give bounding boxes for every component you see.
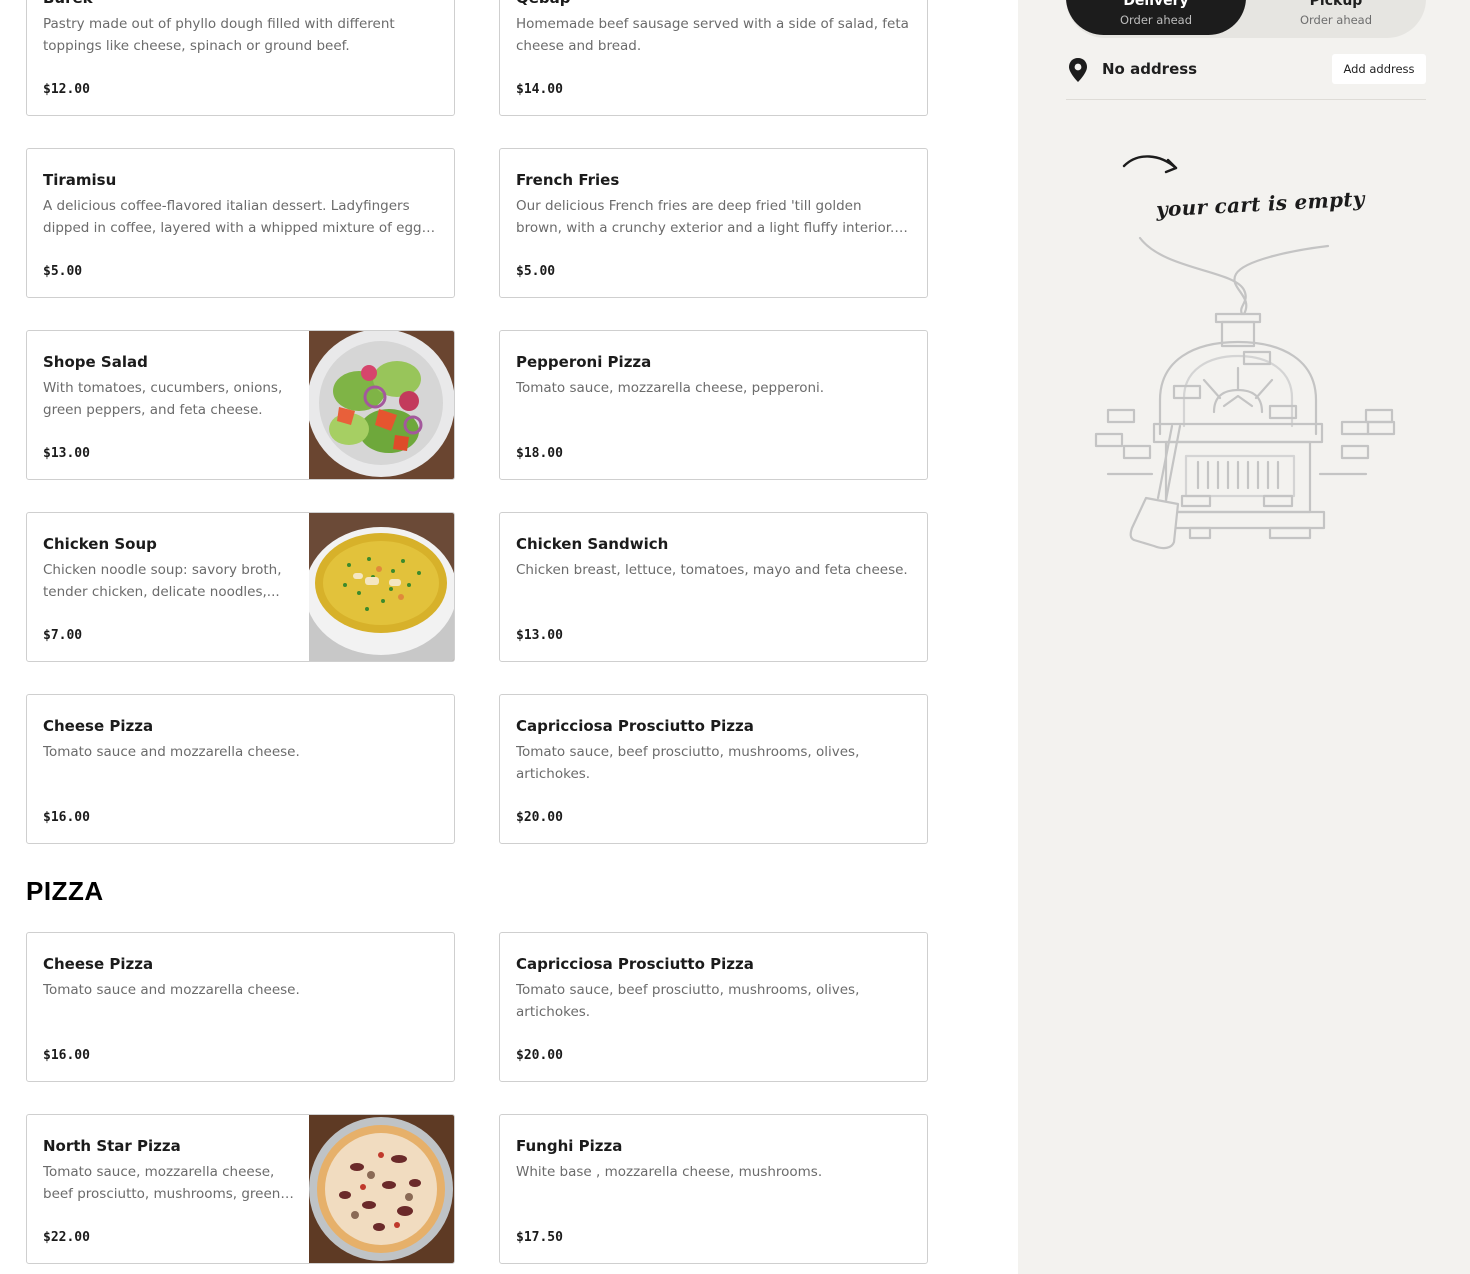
menu-item-card[interactable]: Qebap Homemade beef sausage served with …: [499, 0, 928, 116]
item-description: White base , mozzarella cheese, mushroom…: [516, 1164, 823, 1180]
item-title: Chicken Soup: [43, 535, 157, 553]
item-title: North Star Pizza: [43, 1137, 181, 1155]
delivery-option[interactable]: Delivery Order ahead: [1066, 0, 1246, 35]
menu-item-card[interactable]: Cheese Pizza Tomato sauce and mozzarella…: [26, 932, 455, 1082]
item-title: Cheese Pizza: [43, 717, 154, 735]
item-description: Homemade beef sausage served with a side…: [516, 16, 909, 54]
mode-title: Pickup: [1309, 0, 1363, 9]
item-description: Pastry made out of phyllo dough filled w…: [43, 16, 395, 54]
address-text: No address: [1102, 60, 1198, 78]
pizza-grid: Cheese Pizza Tomato sauce and mozzarella…: [26, 932, 928, 1264]
item-description: Tomato sauce, beef prosciutto, mushrooms…: [516, 744, 860, 782]
item-title: Qebap: [516, 0, 911, 8]
item-price: $20.00: [516, 810, 563, 825]
item-price: $7.00: [43, 628, 83, 643]
item-title: Pepperoni Pizza: [516, 353, 652, 371]
soup-photo: [309, 513, 454, 661]
menu-item-card[interactable]: French Fries Our delicious French fries …: [499, 148, 928, 298]
item-price: $20.00: [516, 1048, 563, 1063]
item-price: $12.00: [43, 82, 90, 97]
item-title: Cheese Pizza: [43, 955, 154, 973]
menu-item-card[interactable]: Chicken Sandwich Chicken breast, lettuce…: [499, 512, 928, 662]
pizza-photo: [309, 1115, 454, 1263]
location-pin-icon: [1069, 58, 1087, 82]
address-row: No address Add address: [1066, 52, 1426, 100]
curved-arrow-icon: [1122, 155, 1178, 174]
mode-title: Delivery: [1123, 0, 1189, 9]
item-description: Chicken noodle soup: savory broth, tende…: [43, 562, 282, 600]
item-description: Tomato sauce and mozzarella cheese.: [43, 744, 300, 760]
item-description: Our delicious French fries are deep frie…: [516, 198, 895, 236]
section-title-pizza: PIZZA: [26, 876, 104, 906]
item-price: $5.00: [43, 264, 83, 279]
menu-grid: Burek Pastry made out of phyllo dough fi…: [26, 0, 928, 844]
item-title: Chicken Sandwich: [516, 535, 669, 553]
menu-item-card[interactable]: Cheese Pizza Tomato sauce and mozzarella…: [26, 694, 455, 844]
pizza-oven-illustration: [1094, 236, 1396, 550]
item-price: $13.00: [43, 446, 90, 461]
empty-cart: your cart is empty: [1094, 140, 1414, 560]
item-title: Capricciosa Prosciutto Pizza: [516, 717, 754, 735]
item-price: $14.00: [516, 82, 563, 97]
menu-item-card[interactable]: Chicken Soup Chicken noodle soup: savory…: [26, 512, 455, 662]
item-price: $5.00: [516, 264, 556, 279]
menu-content: Burek Pastry made out of phyllo dough fi…: [0, 0, 1018, 1274]
item-title: Shope Salad: [43, 353, 148, 371]
item-description: With tomatoes, cucumbers, onions, green …: [43, 380, 283, 418]
cart-empty-text: your cart is empty: [1155, 186, 1366, 222]
item-description: Tomato sauce, mozzarella cheese, beef pr…: [43, 1164, 281, 1202]
menu-item-card[interactable]: North Star Pizza Tomato sauce, mozzarell…: [26, 1114, 455, 1264]
salad-photo: [309, 331, 454, 479]
item-price: $22.00: [43, 1230, 90, 1245]
menu-item-card[interactable]: Shope Salad With tomatoes, cucumbers, on…: [26, 330, 455, 480]
pickup-option[interactable]: Pickup Order ahead: [1246, 0, 1426, 35]
item-price: $17.50: [516, 1230, 563, 1245]
item-title: Burek: [43, 0, 438, 8]
menu-item-card[interactable]: Tiramisu A delicious coffee-flavored ita…: [26, 148, 455, 298]
item-title: Tiramisu: [43, 171, 117, 189]
item-description: Chicken breast, lettuce, tomatoes, mayo …: [516, 562, 908, 578]
item-description: Tomato sauce, mozzarella cheese, peppero…: [516, 380, 825, 396]
item-price: $13.00: [516, 628, 563, 643]
menu-item-card[interactable]: Capricciosa Prosciutto Pizza Tomato sauc…: [499, 694, 928, 844]
item-title: French Fries: [516, 171, 620, 189]
menu-item-card[interactable]: Capricciosa Prosciutto Pizza Tomato sauc…: [499, 932, 928, 1082]
menu-item-card[interactable]: Funghi Pizza White base , mozzarella che…: [499, 1114, 928, 1264]
item-description: Tomato sauce, beef prosciutto, mushrooms…: [516, 982, 860, 1020]
item-description: Tomato sauce and mozzarella cheese.: [43, 982, 300, 998]
item-price: $18.00: [516, 446, 563, 461]
order-mode-toggle: Delivery Order ahead Pickup Order ahead: [1066, 0, 1426, 38]
item-price: $16.00: [43, 810, 90, 825]
item-description: A delicious coffee-flavored italian dess…: [43, 198, 433, 236]
item-title: Capricciosa Prosciutto Pizza: [516, 955, 754, 973]
menu-item-card[interactable]: Burek Pastry made out of phyllo dough fi…: [26, 0, 455, 116]
menu-item-card[interactable]: Pepperoni Pizza Tomato sauce, mozzarella…: [499, 330, 928, 480]
mode-subtitle: Order ahead: [1299, 13, 1373, 27]
item-price: $16.00: [43, 1048, 90, 1063]
add-address-button[interactable]: Add address: [1332, 54, 1426, 84]
mode-subtitle: Order ahead: [1119, 13, 1193, 27]
item-title: Funghi Pizza: [516, 1137, 623, 1155]
order-sidebar: Delivery Order ahead Pickup Order ahead …: [1018, 0, 1470, 1274]
